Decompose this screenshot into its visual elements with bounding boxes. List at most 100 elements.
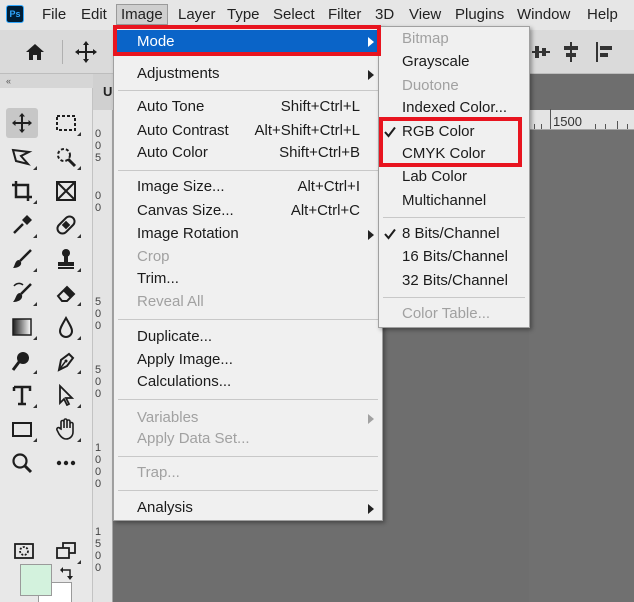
menu-select[interactable]: Select <box>273 6 315 23</box>
screen-mode-button[interactable] <box>50 536 82 566</box>
menu-item-apply-data-set: Apply Data Set... <box>114 428 382 450</box>
menu-edit[interactable]: Edit <box>81 6 107 23</box>
mode-grayscale[interactable]: Grayscale <box>379 51 529 73</box>
mode-lab-color[interactable]: Lab Color <box>379 166 529 188</box>
align-top-icon[interactable] <box>532 42 550 62</box>
menu-view[interactable]: View <box>409 6 441 23</box>
mode-multichannel[interactable]: Multichannel <box>379 190 529 212</box>
menu-item-calculations[interactable]: Calculations... <box>114 371 382 393</box>
menu-item-apply-image[interactable]: Apply Image... <box>114 349 382 371</box>
mode-8-bits-channel[interactable]: 8 Bits/Channel <box>379 223 529 245</box>
menu-item-label: 8 Bits/Channel <box>402 225 500 242</box>
dodge-tool[interactable] <box>6 346 38 376</box>
eraser-tool[interactable] <box>50 278 82 308</box>
menu-item-label: Mode <box>137 33 175 50</box>
menu-plugins[interactable]: Plugins <box>455 6 504 23</box>
rectangle-icon <box>12 422 32 437</box>
menu-item-label: Image Rotation <box>137 225 239 242</box>
menu-item-trim[interactable]: Trim... <box>114 268 382 290</box>
move-tool-icon[interactable] <box>74 40 98 64</box>
blur-tool[interactable] <box>50 312 82 342</box>
menu-item-label: Auto Contrast <box>137 122 229 139</box>
crop-icon <box>12 181 32 201</box>
menu-item-duplicate[interactable]: Duplicate... <box>114 326 382 348</box>
menu-item-label: Duplicate... <box>137 328 213 345</box>
menu-item-adjustments[interactable]: Adjustments <box>114 63 382 85</box>
gradient-tool[interactable] <box>6 312 38 342</box>
hand-icon <box>56 418 74 440</box>
ruler-tick <box>627 124 628 129</box>
menu-item-auto-tone[interactable]: Auto Tone Shift+Ctrl+L <box>114 96 382 118</box>
tool-flyout-indicator <box>77 370 81 374</box>
menu-item-label: CMYK Color <box>402 145 486 162</box>
mode-16-bits-channel[interactable]: 16 Bits/Channel <box>379 246 529 268</box>
healing-brush-tool[interactable] <box>50 210 82 240</box>
align-horizontal-centers-icon[interactable] <box>596 42 614 62</box>
path-selection-tool[interactable] <box>50 380 82 410</box>
horizontal-ruler: 1500 <box>529 109 634 130</box>
menu-item-label: Multichannel <box>402 192 487 209</box>
marquee-tool[interactable] <box>50 108 82 138</box>
zoom-tool[interactable] <box>6 448 38 478</box>
menu-item-variables: Variables <box>114 407 382 429</box>
ruler-label: 0 <box>95 550 102 562</box>
hand-tool[interactable] <box>50 414 82 444</box>
pen-tool[interactable] <box>50 346 82 376</box>
edit-toolbar-button[interactable] <box>50 448 82 478</box>
menu-filter[interactable]: Filter <box>328 6 361 23</box>
menu-item-auto-color[interactable]: Auto Color Shift+Ctrl+B <box>114 142 382 164</box>
brush-tool[interactable] <box>6 244 38 274</box>
history-brush-tool[interactable] <box>6 278 38 308</box>
menu-item-canvas-size[interactable]: Canvas Size... Alt+Ctrl+C <box>114 200 382 222</box>
type-tool[interactable] <box>6 380 38 410</box>
swap-colors-icon[interactable] <box>60 566 74 580</box>
menu-help[interactable]: Help <box>587 6 618 23</box>
menu-item-mode[interactable]: Mode <box>114 30 382 54</box>
eyedropper-tool[interactable] <box>6 210 38 240</box>
menu-item-shortcut: Shift+Ctrl+L <box>280 98 360 115</box>
ruler-tick <box>605 124 606 129</box>
menu-item-auto-contrast[interactable]: Auto Contrast Alt+Shift+Ctrl+L <box>114 120 382 142</box>
tool-flyout-indicator <box>33 404 37 408</box>
menu-3d[interactable]: 3D <box>375 6 394 23</box>
menu-item-image-size[interactable]: Image Size... Alt+Ctrl+I <box>114 176 382 198</box>
menu-item-label: Apply Data Set... <box>137 430 250 447</box>
menu-image[interactable]: Image <box>116 4 168 25</box>
quick-mask-button[interactable] <box>8 536 40 566</box>
tool-flyout-indicator <box>77 132 81 136</box>
frame-tool[interactable] <box>50 176 82 206</box>
quick-selection-tool[interactable] <box>50 142 82 172</box>
menu-item-analysis[interactable]: Analysis <box>114 497 382 519</box>
mode-cmyk-color[interactable]: CMYK Color <box>379 143 529 165</box>
menu-layer[interactable]: Layer <box>178 6 216 23</box>
type-icon <box>12 385 32 406</box>
mode-32-bits-channel[interactable]: 32 Bits/Channel <box>379 270 529 292</box>
home-icon[interactable] <box>24 41 46 63</box>
menu-item-crop: Crop <box>114 246 382 268</box>
menu-item-image-rotation[interactable]: Image Rotation <box>114 223 382 245</box>
menu-type[interactable]: Type <box>227 6 260 23</box>
screen-mode-icon <box>56 542 76 559</box>
clone-stamp-tool[interactable] <box>50 244 82 274</box>
menu-separator <box>118 170 378 171</box>
rectangle-tool[interactable] <box>6 414 38 444</box>
mode-indexed-color[interactable]: Indexed Color... <box>379 97 529 119</box>
move-tool[interactable] <box>6 108 38 138</box>
canvas-area[interactable] <box>529 130 634 602</box>
dodge-icon <box>11 352 29 371</box>
mode-rgb-color[interactable]: RGB Color <box>379 121 529 143</box>
foreground-color-swatch[interactable] <box>20 564 52 596</box>
menu-file[interactable]: File <box>42 6 66 23</box>
menu-item-shortcut: Alt+Ctrl+C <box>290 202 360 219</box>
crop-tool[interactable] <box>6 176 38 206</box>
lasso-tool[interactable] <box>6 142 38 172</box>
submenu-arrow-icon <box>368 230 374 240</box>
mode-submenu: Bitmap Grayscale Duotone Indexed Color..… <box>378 26 530 328</box>
menu-separator <box>118 319 378 320</box>
ruler-tick <box>550 109 551 129</box>
tool-flyout-indicator <box>77 234 81 238</box>
ruler-label: 0 <box>95 562 102 574</box>
align-vertical-centers-icon[interactable] <box>562 42 580 62</box>
mode-color-table: Color Table... <box>379 303 529 325</box>
menu-window[interactable]: Window <box>517 6 570 23</box>
